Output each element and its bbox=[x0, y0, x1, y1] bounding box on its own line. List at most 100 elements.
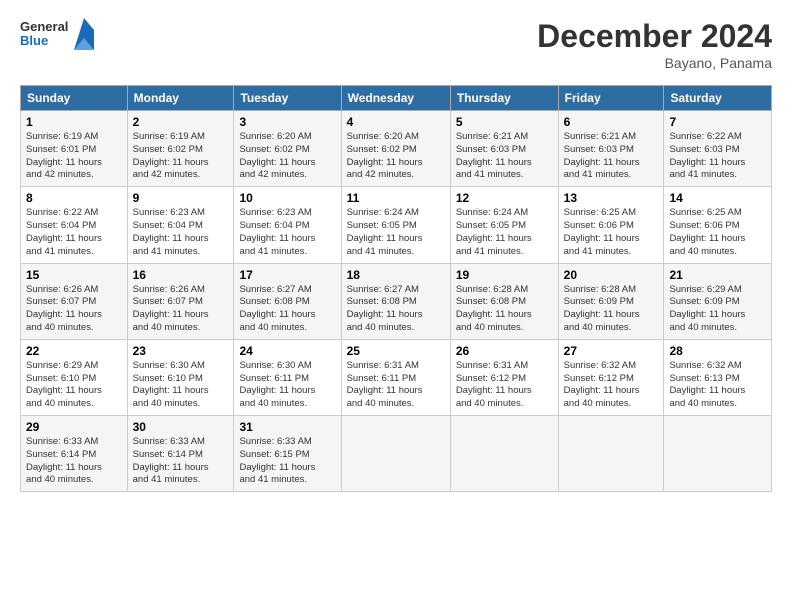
calendar-cell: 13 Sunrise: 6:25 AMSunset: 6:06 PMDayligh… bbox=[558, 187, 664, 263]
day-info: Sunrise: 6:30 AMSunset: 6:10 PMDaylight:… bbox=[133, 360, 229, 411]
day-number: 21 bbox=[669, 268, 766, 282]
day-number: 27 bbox=[564, 344, 659, 358]
calendar-cell: 10 Sunrise: 6:23 AMSunset: 6:04 PMDayligh… bbox=[234, 187, 341, 263]
col-friday: Friday bbox=[558, 86, 664, 111]
col-wednesday: Wednesday bbox=[341, 86, 450, 111]
day-info: Sunrise: 6:30 AMSunset: 6:11 PMDaylight:… bbox=[239, 360, 335, 411]
calendar-cell: 26 Sunrise: 6:31 AMSunset: 6:12 PMDayligh… bbox=[450, 339, 558, 415]
logo: General Blue bbox=[20, 18, 94, 50]
week-row-1: 1Sunrise: 6:19 AMSunset: 6:01 PMDaylight… bbox=[21, 111, 772, 187]
calendar-cell: 28 Sunrise: 6:32 AMSunset: 6:13 PMDayligh… bbox=[664, 339, 772, 415]
calendar-cell: 16 Sunrise: 6:26 AMSunset: 6:07 PMDayligh… bbox=[127, 263, 234, 339]
day-info: Sunrise: 6:25 AMSunset: 6:06 PMDaylight:… bbox=[564, 207, 659, 258]
calendar-cell bbox=[450, 416, 558, 492]
main-title: December 2024 bbox=[537, 18, 772, 55]
day-number: 28 bbox=[669, 344, 766, 358]
day-info: Sunrise: 6:33 AMSunset: 6:14 PMDaylight:… bbox=[133, 436, 229, 487]
day-info: Sunrise: 6:33 AMSunset: 6:14 PMDaylight:… bbox=[26, 436, 122, 487]
day-number: 26 bbox=[456, 344, 553, 358]
day-info: Sunrise: 6:21 AMSunset: 6:03 PMDaylight:… bbox=[456, 131, 553, 182]
calendar-cell bbox=[341, 416, 450, 492]
day-info: Sunrise: 6:20 AMSunset: 6:02 PMDaylight:… bbox=[239, 131, 335, 182]
day-info: Sunrise: 6:27 AMSunset: 6:08 PMDaylight:… bbox=[347, 284, 445, 335]
calendar-cell: 22 Sunrise: 6:29 AMSunset: 6:10 PMDayligh… bbox=[21, 339, 128, 415]
day-number: 22 bbox=[26, 344, 122, 358]
day-number: 7 bbox=[669, 115, 766, 129]
calendar-cell: 15 Sunrise: 6:26 AMSunset: 6:07 PMDayligh… bbox=[21, 263, 128, 339]
day-info: Sunrise: 6:20 AMSunset: 6:02 PMDaylight:… bbox=[347, 131, 445, 182]
calendar-cell bbox=[664, 416, 772, 492]
col-tuesday: Tuesday bbox=[234, 86, 341, 111]
calendar-cell: 5 Sunrise: 6:21 AMSunset: 6:03 PMDaylight… bbox=[450, 111, 558, 187]
day-info: Sunrise: 6:27 AMSunset: 6:08 PMDaylight:… bbox=[239, 284, 335, 335]
calendar-cell: 29 Sunrise: 6:33 AMSunset: 6:14 PMDayligh… bbox=[21, 416, 128, 492]
calendar-cell: 18Sunrise: 6:27 AMSunset: 6:08 PMDayligh… bbox=[341, 263, 450, 339]
calendar-cell: 3 Sunrise: 6:20 AMSunset: 6:02 PMDaylight… bbox=[234, 111, 341, 187]
calendar-cell: 25 Sunrise: 6:31 AMSunset: 6:11 PMDayligh… bbox=[341, 339, 450, 415]
calendar-cell bbox=[558, 416, 664, 492]
day-info: Sunrise: 6:28 AMSunset: 6:09 PMDaylight:… bbox=[564, 284, 659, 335]
header: General Blue December 2024 Bayano, Panam… bbox=[20, 18, 772, 71]
day-info: Sunrise: 6:22 AMSunset: 6:03 PMDaylight:… bbox=[669, 131, 766, 182]
day-number: 24 bbox=[239, 344, 335, 358]
calendar-cell: 1Sunrise: 6:19 AMSunset: 6:01 PMDaylight… bbox=[21, 111, 128, 187]
calendar-cell: 31 Sunrise: 6:33 AMSunset: 6:15 PMDayligh… bbox=[234, 416, 341, 492]
day-number: 5 bbox=[456, 115, 553, 129]
day-number: 8 bbox=[26, 191, 122, 205]
week-row-4: 22 Sunrise: 6:29 AMSunset: 6:10 PMDayligh… bbox=[21, 339, 772, 415]
title-block: December 2024 Bayano, Panama bbox=[537, 18, 772, 71]
day-number: 31 bbox=[239, 420, 335, 434]
week-row-3: 15 Sunrise: 6:26 AMSunset: 6:07 PMDayligh… bbox=[21, 263, 772, 339]
calendar-cell: 8Sunrise: 6:22 AMSunset: 6:04 PMDaylight… bbox=[21, 187, 128, 263]
day-number: 6 bbox=[564, 115, 659, 129]
calendar-cell: 21Sunrise: 6:29 AMSunset: 6:09 PMDayligh… bbox=[664, 263, 772, 339]
day-number: 4 bbox=[347, 115, 445, 129]
day-info: Sunrise: 6:26 AMSunset: 6:07 PMDaylight:… bbox=[133, 284, 229, 335]
day-info: Sunrise: 6:19 AMSunset: 6:02 PMDaylight:… bbox=[133, 131, 229, 182]
calendar-cell: 24 Sunrise: 6:30 AMSunset: 6:11 PMDayligh… bbox=[234, 339, 341, 415]
day-number: 29 bbox=[26, 420, 122, 434]
day-number: 9 bbox=[133, 191, 229, 205]
day-number: 25 bbox=[347, 344, 445, 358]
calendar-cell: 4 Sunrise: 6:20 AMSunset: 6:02 PMDaylight… bbox=[341, 111, 450, 187]
day-info: Sunrise: 6:32 AMSunset: 6:13 PMDaylight:… bbox=[669, 360, 766, 411]
header-row: Sunday Monday Tuesday Wednesday Thursday… bbox=[21, 86, 772, 111]
calendar-cell: 6 Sunrise: 6:21 AMSunset: 6:03 PMDaylight… bbox=[558, 111, 664, 187]
day-number: 20 bbox=[564, 268, 659, 282]
day-number: 3 bbox=[239, 115, 335, 129]
main-container: General Blue December 2024 Bayano, Panam… bbox=[0, 0, 792, 502]
day-info: Sunrise: 6:29 AMSunset: 6:10 PMDaylight:… bbox=[26, 360, 122, 411]
calendar-cell: 12Sunrise: 6:24 AMSunset: 6:05 PMDayligh… bbox=[450, 187, 558, 263]
day-info: Sunrise: 6:33 AMSunset: 6:15 PMDaylight:… bbox=[239, 436, 335, 487]
day-info: Sunrise: 6:21 AMSunset: 6:03 PMDaylight:… bbox=[564, 131, 659, 182]
calendar-cell: 11Sunrise: 6:24 AMSunset: 6:05 PMDayligh… bbox=[341, 187, 450, 263]
day-number: 15 bbox=[26, 268, 122, 282]
calendar-cell: 20 Sunrise: 6:28 AMSunset: 6:09 PMDayligh… bbox=[558, 263, 664, 339]
calendar-cell: 14 Sunrise: 6:25 AMSunset: 6:06 PMDayligh… bbox=[664, 187, 772, 263]
subtitle: Bayano, Panama bbox=[537, 55, 772, 71]
day-info: Sunrise: 6:26 AMSunset: 6:07 PMDaylight:… bbox=[26, 284, 122, 335]
calendar-cell: 19Sunrise: 6:28 AMSunset: 6:08 PMDayligh… bbox=[450, 263, 558, 339]
day-number: 11 bbox=[347, 191, 445, 205]
week-row-2: 8Sunrise: 6:22 AMSunset: 6:04 PMDaylight… bbox=[21, 187, 772, 263]
day-number: 16 bbox=[133, 268, 229, 282]
day-number: 14 bbox=[669, 191, 766, 205]
col-sunday: Sunday bbox=[21, 86, 128, 111]
day-info: Sunrise: 6:31 AMSunset: 6:12 PMDaylight:… bbox=[456, 360, 553, 411]
day-number: 13 bbox=[564, 191, 659, 205]
day-info: Sunrise: 6:23 AMSunset: 6:04 PMDaylight:… bbox=[133, 207, 229, 258]
day-number: 30 bbox=[133, 420, 229, 434]
day-number: 23 bbox=[133, 344, 229, 358]
day-info: Sunrise: 6:24 AMSunset: 6:05 PMDaylight:… bbox=[456, 207, 553, 258]
day-info: Sunrise: 6:25 AMSunset: 6:06 PMDaylight:… bbox=[669, 207, 766, 258]
calendar-table: Sunday Monday Tuesday Wednesday Thursday… bbox=[20, 85, 772, 492]
calendar-cell: 23 Sunrise: 6:30 AMSunset: 6:10 PMDayligh… bbox=[127, 339, 234, 415]
calendar-cell: 7 Sunrise: 6:22 AMSunset: 6:03 PMDaylight… bbox=[664, 111, 772, 187]
day-info: Sunrise: 6:19 AMSunset: 6:01 PMDaylight:… bbox=[26, 131, 122, 182]
day-info: Sunrise: 6:31 AMSunset: 6:11 PMDaylight:… bbox=[347, 360, 445, 411]
calendar-cell: 27Sunrise: 6:32 AMSunset: 6:12 PMDayligh… bbox=[558, 339, 664, 415]
day-number: 10 bbox=[239, 191, 335, 205]
week-row-5: 29 Sunrise: 6:33 AMSunset: 6:14 PMDayligh… bbox=[21, 416, 772, 492]
day-number: 2 bbox=[133, 115, 229, 129]
day-info: Sunrise: 6:23 AMSunset: 6:04 PMDaylight:… bbox=[239, 207, 335, 258]
